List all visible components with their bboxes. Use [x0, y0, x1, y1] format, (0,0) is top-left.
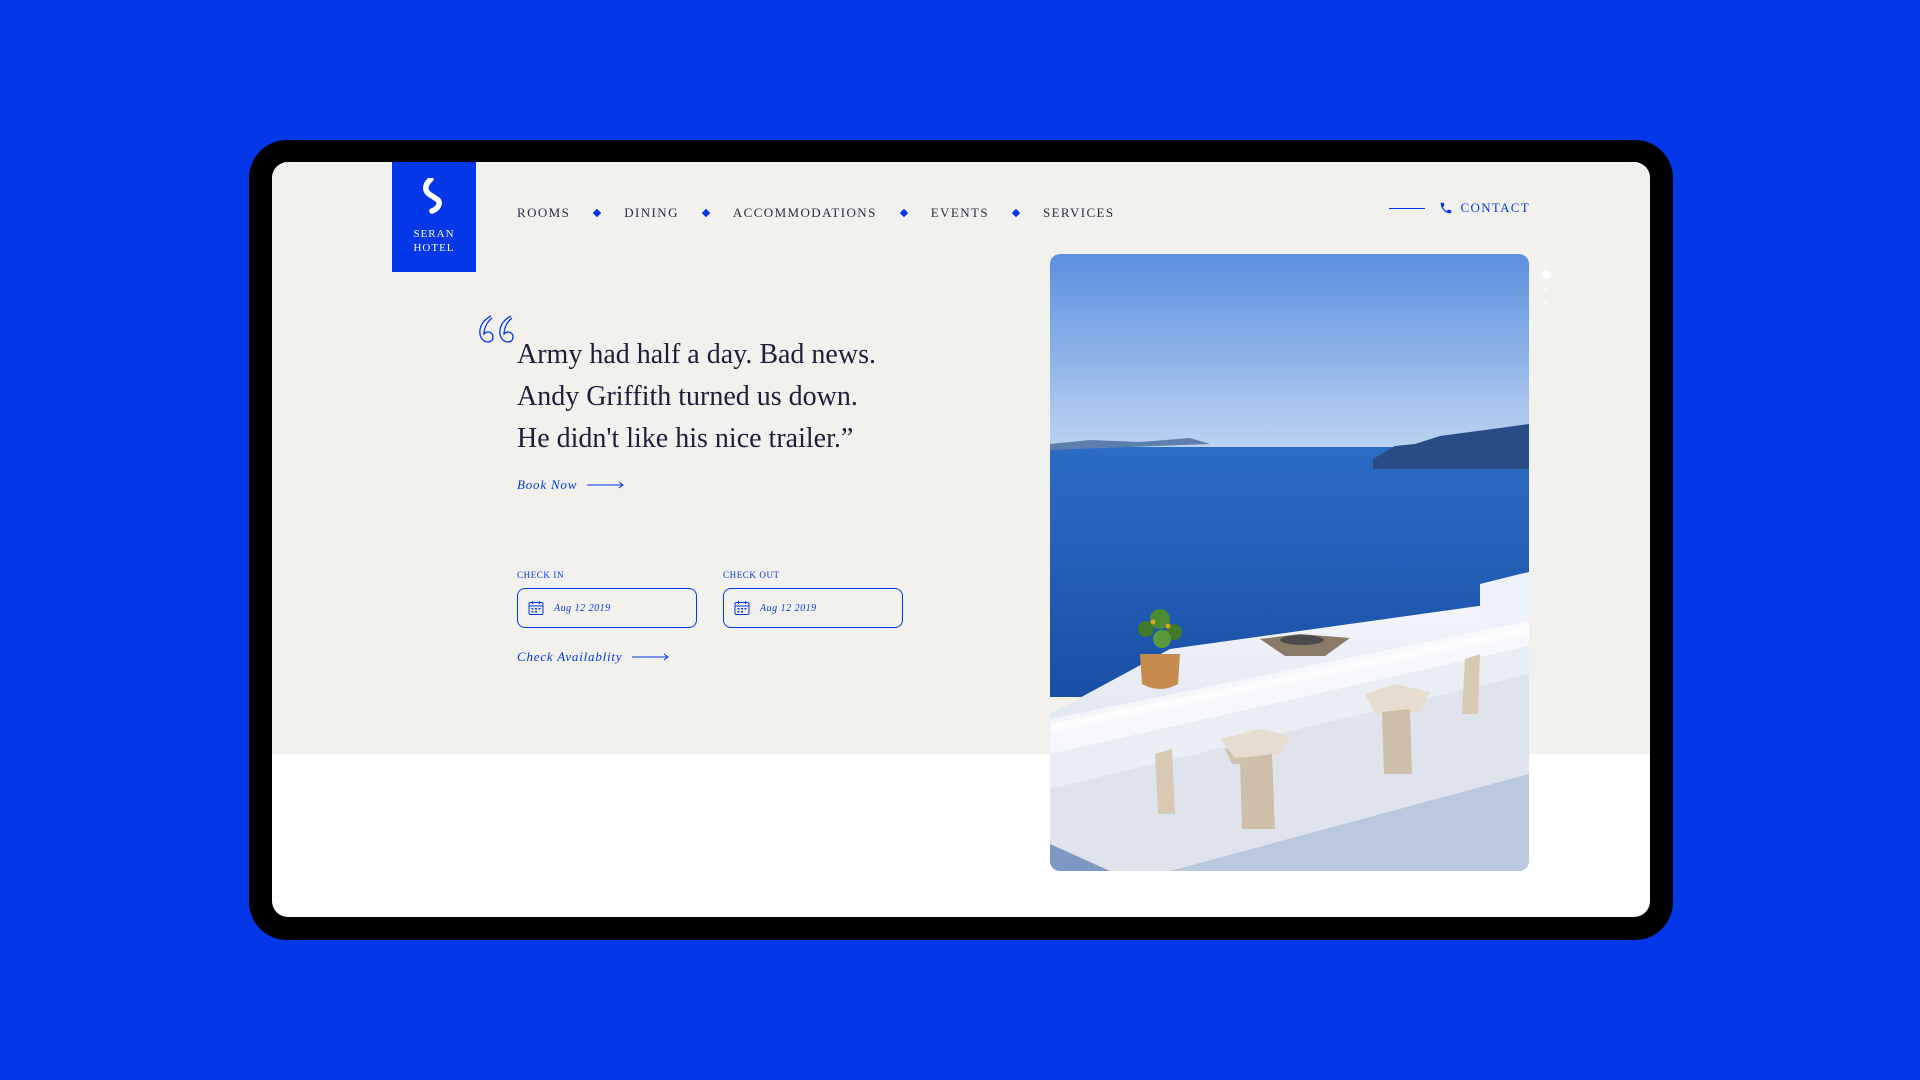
nav-separator-diamond: [701, 208, 711, 218]
quote-line: He didn't like his nice trailer.”: [517, 423, 854, 454]
nav-separator-diamond: [1011, 208, 1021, 218]
nav-item-events[interactable]: EVENTS: [931, 205, 989, 221]
nav-separator-diamond: [593, 208, 602, 218]
check-out-label: CHECK OUT: [723, 570, 780, 580]
logo-s-icon: [423, 178, 442, 214]
contact-link[interactable]: CONTACT: [1388, 200, 1530, 216]
nav-separator-diamond: [899, 208, 908, 218]
check-out-value: Aug 12 2019: [760, 602, 817, 614]
quote-line: Army had half a day. Bad news.: [517, 339, 876, 370]
logo-name-line2: HOTEL: [413, 242, 455, 254]
arrow-right-icon: [587, 481, 625, 489]
calendar-icon: [528, 600, 544, 616]
contact-divider-line: [1388, 207, 1425, 209]
nav-item-rooms[interactable]: ROOMS: [517, 205, 570, 221]
nav-item-accommodations[interactable]: ACCOMMODATIONS: [733, 205, 877, 221]
slider-dot[interactable]: [1544, 287, 1548, 291]
arrow-right-icon: [632, 653, 670, 661]
check-availability-label: Check Availablity: [517, 649, 623, 664]
slider-dot[interactable]: [1544, 300, 1548, 304]
nav-item-dining[interactable]: DINING: [624, 205, 679, 221]
seran-hotel-logo[interactable]: SERAN HOTEL: [392, 162, 476, 272]
contact-label: CONTACT: [1460, 200, 1530, 215]
website-screen: SERAN HOTEL ROOMS DINING ACCOMMODATIONS …: [272, 162, 1650, 917]
main-nav: ROOMS DINING ACCOMMODATIONS EVENTS SERVI…: [517, 205, 1115, 221]
open-quote-icon: [479, 315, 514, 343]
book-now-link[interactable]: Book Now: [517, 477, 625, 493]
check-out-date-field[interactable]: Aug 12 2019: [723, 588, 903, 628]
hero-photo-santorini-terrace: [1050, 254, 1529, 871]
slider-dot-active[interactable]: [1542, 270, 1551, 279]
quote-line: Andy Griffith turned us down.: [517, 381, 858, 412]
check-in-value: Aug 12 2019: [554, 602, 611, 614]
check-in-label: CHECK IN: [517, 570, 565, 580]
book-now-label: Book Now: [517, 477, 578, 492]
calendar-icon: [734, 600, 750, 616]
check-availability-link[interactable]: Check Availablity: [517, 649, 670, 665]
hero-quote: Army had half a day. Bad news. Andy Grif…: [517, 334, 957, 460]
logo-text: SERAN HOTEL: [392, 227, 476, 255]
phone-icon: [1439, 201, 1453, 215]
check-in-date-field[interactable]: Aug 12 2019: [517, 588, 697, 628]
nav-item-services[interactable]: SERVICES: [1043, 205, 1115, 221]
logo-name-line1: SERAN: [413, 228, 455, 240]
